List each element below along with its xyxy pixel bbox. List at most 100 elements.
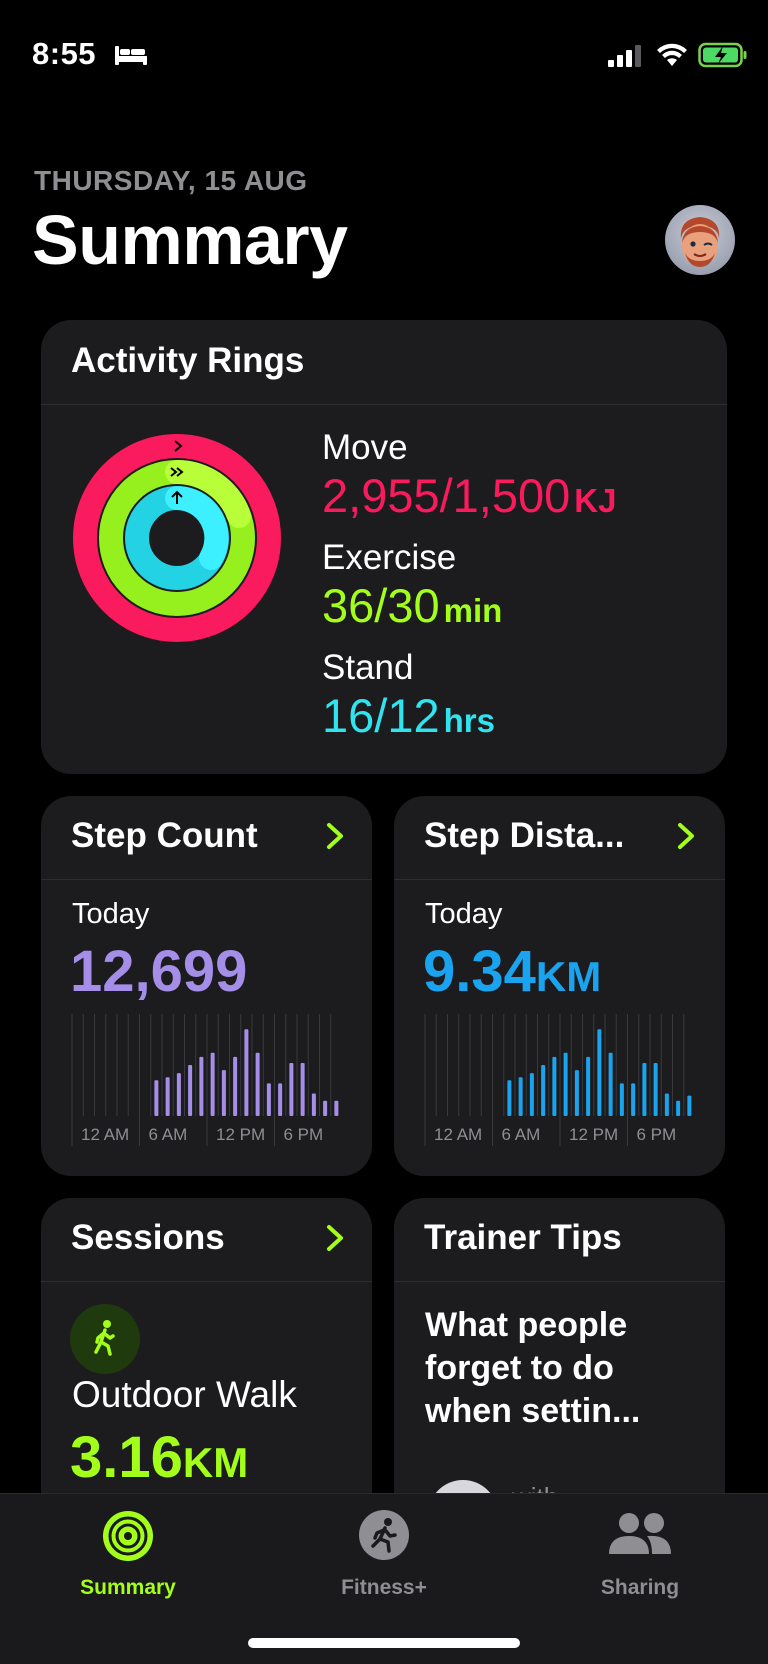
step-distance-bar [563,1052,568,1116]
card-divider [41,1281,372,1282]
activity-rings-chart [73,434,281,642]
step-count-bar [323,1100,328,1116]
memoji-avatar-icon [680,217,720,267]
exercise-label: Exercise [322,538,457,577]
stand-label: Stand [322,648,414,687]
step-distance-title: Step Dista... [424,816,625,855]
sharing-people-icon [609,1513,671,1554]
step-distance-bar [631,1083,636,1116]
stand-value: 16/12 hrs [322,688,495,743]
tip-headline: What people forget to do when settin... [425,1304,640,1433]
chevron-right-icon[interactable] [676,821,696,851]
page-title: Summary [32,201,348,279]
step-count-bar [311,1093,316,1116]
step-count-axis-tick: 6 PM [284,1125,324,1144]
workout-distance: 3.16KM [70,1424,248,1491]
activity-rings-card[interactable]: Activity Rings Move 2,955/1,500 KJ Exerci… [41,320,727,774]
step-distance-bar [529,1073,534,1116]
step-count-bar [154,1080,159,1116]
step-count-bar [188,1065,193,1116]
step-distance-number: 9.34 [423,939,536,1004]
step-distance-bar [541,1065,546,1116]
step-count-axis-tick: 12 PM [216,1125,265,1144]
step-count-bar [334,1100,339,1116]
exercise-value: 36/30 min [322,578,502,633]
step-count-axis-tick: 6 AM [149,1125,188,1144]
chevron-right-icon[interactable] [325,821,345,851]
move-value-number: 2,955/1,500 [322,469,571,522]
bed-icon [115,46,147,65]
step-count-bar [278,1083,283,1116]
step-distance-bar [653,1062,658,1116]
step-distance-bar [687,1095,692,1116]
exercise-value-number: 36/30 [322,579,440,632]
step-distance-card[interactable]: Step Dista... Today 9.34KM 12 AM 6 AM 12 P… [394,796,725,1176]
step-count-bar [233,1056,238,1116]
tip-headline-line: forget to do [425,1349,614,1387]
step-count-value: 12,699 [70,939,248,1004]
step-count-bar [210,1052,215,1116]
step-distance-bar [507,1080,512,1116]
home-indicator[interactable] [248,1638,520,1648]
step-count-bar [176,1073,181,1116]
workout-distance-number: 3.16 [70,1425,183,1490]
card-divider [41,404,727,405]
workout-distance-unit: KM [182,1439,249,1486]
step-distance-bar [642,1062,647,1116]
tab-summary[interactable]: Summary [48,1494,208,1614]
status-time: 8:55 [32,36,97,71]
step-distance-chart: 12 AM 6 AM 12 PM 6 PM [424,1014,692,1146]
step-distance-bar [664,1093,669,1116]
battery-charging-icon [698,42,747,68]
tab-summary-label: Summary [80,1576,176,1599]
step-distance-axis-tick: 6 PM [637,1125,677,1144]
tab-sharing-label: Sharing [600,1576,680,1599]
workout-name: Outdoor Walk [72,1374,297,1415]
summary-rings-icon [103,1511,153,1561]
step-distance-bar [597,1029,602,1116]
step-distance-bar [552,1056,557,1116]
walking-figure-icon [70,1304,140,1374]
step-distance-bar [608,1052,613,1116]
move-value: 2,955/1,500 KJ [322,468,616,523]
fitness-plus-runner-icon [359,1510,409,1560]
wifi-icon [657,43,687,66]
date-label: THURSDAY, 15 AUG [34,165,308,196]
stand-value-number: 16/12 [322,689,440,742]
avatar[interactable] [665,205,735,275]
step-distance-bar [518,1077,523,1116]
tab-fitness-plus[interactable]: Fitness+ [303,1494,463,1614]
step-count-bar [199,1056,204,1116]
step-count-bar [266,1083,271,1116]
tip-headline-line: What people [425,1306,628,1344]
step-distance-unit: KM [535,953,602,1000]
card-divider [394,1281,725,1282]
step-distance-bar [586,1056,591,1116]
step-count-period: Today [72,898,150,930]
step-distance-axis-tick: 12 AM [434,1125,482,1144]
step-count-bar [289,1062,294,1116]
exercise-unit: min [443,592,503,629]
step-distance-value: 9.34KM [423,938,601,1005]
step-count-title: Step Count [71,816,258,855]
step-count-axis-tick: 12 AM [81,1125,129,1144]
sessions-title: Sessions [71,1218,225,1257]
trainer-tips-title: Trainer Tips [424,1218,622,1257]
tab-sharing[interactable]: Sharing [560,1494,720,1614]
step-count-card[interactable]: Step Count Today 12,699 12 AM 6 AM 12 PM 6 … [41,796,372,1176]
move-unit: KJ [574,482,617,519]
tip-headline-line: when settin... [425,1392,641,1430]
cellular-signal-icon [608,45,641,67]
step-count-bar [255,1052,260,1116]
step-distance-axis-tick: 6 AM [502,1125,541,1144]
step-distance-bar [574,1070,579,1116]
step-count-chart: 12 AM 6 AM 12 PM 6 PM [71,1014,339,1146]
move-label: Move [322,428,408,467]
step-count-bar [244,1029,249,1116]
card-divider [394,879,725,880]
chevron-right-icon[interactable] [325,1223,345,1253]
activity-rings-title: Activity Rings [71,341,305,380]
step-distance-period: Today [425,898,503,930]
card-divider [41,879,372,880]
step-count-bar [300,1062,305,1116]
